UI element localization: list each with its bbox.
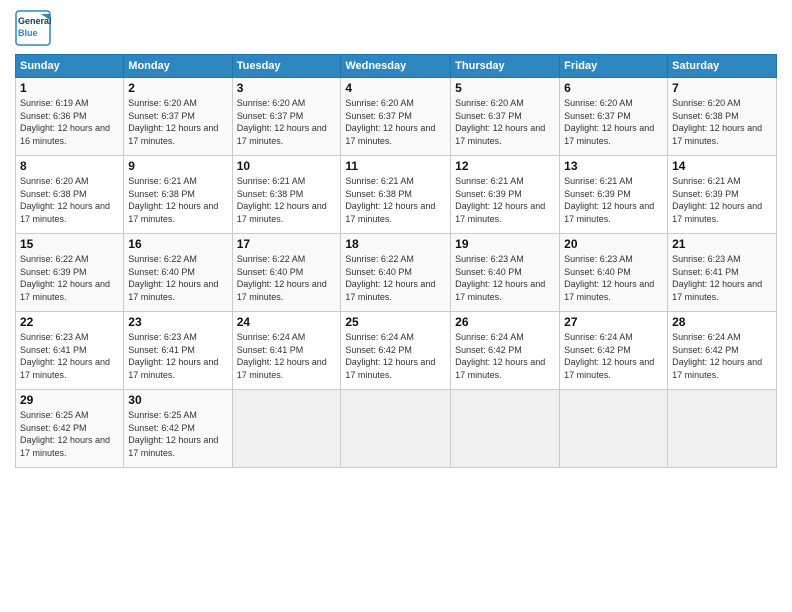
calendar-day-19: 19Sunrise: 6:23 AMSunset: 6:40 PMDayligh…	[451, 234, 560, 312]
calendar-day-22: 22Sunrise: 6:23 AMSunset: 6:41 PMDayligh…	[16, 312, 124, 390]
calendar-day-16: 16Sunrise: 6:22 AMSunset: 6:40 PMDayligh…	[124, 234, 232, 312]
header: General Blue	[15, 10, 777, 46]
logo: General Blue	[15, 10, 51, 46]
calendar-header-tuesday: Tuesday	[232, 55, 341, 78]
calendar-week-5: 29Sunrise: 6:25 AMSunset: 6:42 PMDayligh…	[16, 390, 777, 468]
calendar-day-10: 10Sunrise: 6:21 AMSunset: 6:38 PMDayligh…	[232, 156, 341, 234]
logo-svg: General Blue	[15, 10, 51, 46]
calendar-day-27: 27Sunrise: 6:24 AMSunset: 6:42 PMDayligh…	[560, 312, 668, 390]
calendar-empty	[668, 390, 777, 468]
calendar-week-1: 1Sunrise: 6:19 AMSunset: 6:36 PMDaylight…	[16, 78, 777, 156]
calendar-day-3: 3Sunrise: 6:20 AMSunset: 6:37 PMDaylight…	[232, 78, 341, 156]
calendar-day-9: 9Sunrise: 6:21 AMSunset: 6:38 PMDaylight…	[124, 156, 232, 234]
calendar-header-thursday: Thursday	[451, 55, 560, 78]
calendar-header-monday: Monday	[124, 55, 232, 78]
calendar-day-4: 4Sunrise: 6:20 AMSunset: 6:37 PMDaylight…	[341, 78, 451, 156]
calendar-day-8: 8Sunrise: 6:20 AMSunset: 6:38 PMDaylight…	[16, 156, 124, 234]
calendar-day-28: 28Sunrise: 6:24 AMSunset: 6:42 PMDayligh…	[668, 312, 777, 390]
calendar-day-18: 18Sunrise: 6:22 AMSunset: 6:40 PMDayligh…	[341, 234, 451, 312]
page: General Blue SundayMondayTuesdayWednesda…	[0, 0, 792, 612]
calendar-day-15: 15Sunrise: 6:22 AMSunset: 6:39 PMDayligh…	[16, 234, 124, 312]
calendar-day-12: 12Sunrise: 6:21 AMSunset: 6:39 PMDayligh…	[451, 156, 560, 234]
calendar-day-25: 25Sunrise: 6:24 AMSunset: 6:42 PMDayligh…	[341, 312, 451, 390]
calendar-day-14: 14Sunrise: 6:21 AMSunset: 6:39 PMDayligh…	[668, 156, 777, 234]
calendar-header-sunday: Sunday	[16, 55, 124, 78]
calendar-day-24: 24Sunrise: 6:24 AMSunset: 6:41 PMDayligh…	[232, 312, 341, 390]
calendar-header-friday: Friday	[560, 55, 668, 78]
calendar-table: SundayMondayTuesdayWednesdayThursdayFrid…	[15, 54, 777, 468]
calendar-day-29: 29Sunrise: 6:25 AMSunset: 6:42 PMDayligh…	[16, 390, 124, 468]
calendar-day-11: 11Sunrise: 6:21 AMSunset: 6:38 PMDayligh…	[341, 156, 451, 234]
calendar-header-saturday: Saturday	[668, 55, 777, 78]
calendar-empty	[451, 390, 560, 468]
calendar-day-26: 26Sunrise: 6:24 AMSunset: 6:42 PMDayligh…	[451, 312, 560, 390]
calendar-week-4: 22Sunrise: 6:23 AMSunset: 6:41 PMDayligh…	[16, 312, 777, 390]
calendar-empty	[341, 390, 451, 468]
calendar-empty	[232, 390, 341, 468]
svg-text:Blue: Blue	[18, 28, 38, 38]
calendar-day-30: 30Sunrise: 6:25 AMSunset: 6:42 PMDayligh…	[124, 390, 232, 468]
calendar-day-20: 20Sunrise: 6:23 AMSunset: 6:40 PMDayligh…	[560, 234, 668, 312]
calendar-day-21: 21Sunrise: 6:23 AMSunset: 6:41 PMDayligh…	[668, 234, 777, 312]
calendar-day-2: 2Sunrise: 6:20 AMSunset: 6:37 PMDaylight…	[124, 78, 232, 156]
calendar-week-2: 8Sunrise: 6:20 AMSunset: 6:38 PMDaylight…	[16, 156, 777, 234]
calendar-day-17: 17Sunrise: 6:22 AMSunset: 6:40 PMDayligh…	[232, 234, 341, 312]
calendar-day-13: 13Sunrise: 6:21 AMSunset: 6:39 PMDayligh…	[560, 156, 668, 234]
calendar-header-row: SundayMondayTuesdayWednesdayThursdayFrid…	[16, 55, 777, 78]
calendar-header-wednesday: Wednesday	[341, 55, 451, 78]
calendar-empty	[560, 390, 668, 468]
calendar-week-3: 15Sunrise: 6:22 AMSunset: 6:39 PMDayligh…	[16, 234, 777, 312]
svg-text:General: General	[18, 16, 51, 26]
calendar-day-7: 7Sunrise: 6:20 AMSunset: 6:38 PMDaylight…	[668, 78, 777, 156]
calendar-day-6: 6Sunrise: 6:20 AMSunset: 6:37 PMDaylight…	[560, 78, 668, 156]
calendar-day-23: 23Sunrise: 6:23 AMSunset: 6:41 PMDayligh…	[124, 312, 232, 390]
calendar-day-1: 1Sunrise: 6:19 AMSunset: 6:36 PMDaylight…	[16, 78, 124, 156]
calendar-day-5: 5Sunrise: 6:20 AMSunset: 6:37 PMDaylight…	[451, 78, 560, 156]
